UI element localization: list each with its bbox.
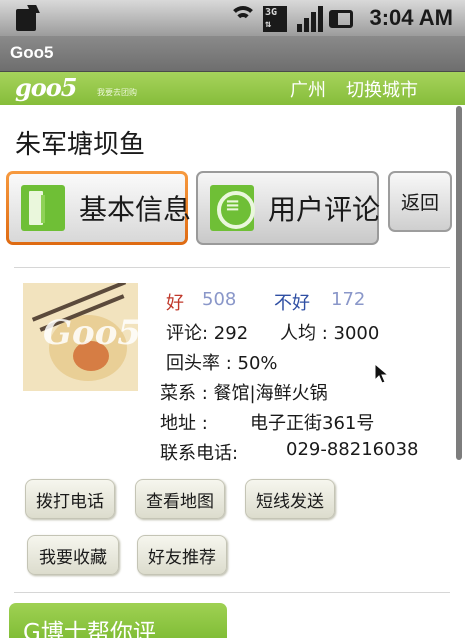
status-time: 3:04 AM bbox=[369, 5, 453, 30]
phone-label: 联系电话: bbox=[160, 443, 239, 464]
recommend-button[interactable]: 好友推荐 bbox=[137, 535, 227, 575]
cuisine: 菜系 : 餐馆|海鲜火锅 bbox=[160, 383, 328, 404]
bad-label: 不好 bbox=[274, 293, 310, 314]
comment-count: 评论: 292 bbox=[166, 323, 249, 344]
book-icon bbox=[21, 185, 65, 231]
battery-icon bbox=[329, 7, 355, 29]
chat-icon bbox=[210, 185, 255, 231]
sim-icon bbox=[16, 5, 40, 31]
mouse-cursor-icon bbox=[374, 363, 390, 384]
divider bbox=[14, 592, 450, 593]
goo5-logo: goo5 我要去团购 bbox=[15, 73, 137, 102]
tab-user-reviews[interactable]: 用户评论 bbox=[196, 171, 381, 245]
wifi-icon bbox=[229, 6, 257, 32]
site-header: goo5 我要去团购 广州 切换城市 bbox=[0, 72, 465, 105]
app-title-bar: Goo5 bbox=[0, 36, 465, 72]
divider bbox=[14, 267, 450, 268]
send-sms-button[interactable]: 短线发送 bbox=[245, 479, 335, 519]
favorite-button[interactable]: 我要收藏 bbox=[27, 535, 119, 575]
switch-city-link[interactable]: 切换城市 bbox=[346, 76, 418, 102]
address: 电子正街361号 bbox=[250, 413, 375, 434]
avg-price: 人均 : 3000 bbox=[280, 323, 380, 344]
shop-name: 朱军塘坝鱼 bbox=[15, 130, 146, 160]
good-count: 508 bbox=[202, 289, 237, 310]
network-3g-icon: 3G ⇅ bbox=[263, 4, 291, 32]
tab-basic-info[interactable]: 基本信息 bbox=[6, 171, 192, 245]
address-label: 地址 : bbox=[160, 413, 208, 434]
shop-photo: Goo5 bbox=[23, 283, 138, 391]
back-button[interactable]: 返回 bbox=[388, 171, 452, 232]
status-bar: 3G ⇅ 3:04 AM bbox=[0, 0, 465, 36]
return-rate: 回头率 : 50% bbox=[166, 353, 278, 374]
current-city: 广州 bbox=[290, 80, 326, 101]
tab-basic-info-label: 基本信息 bbox=[79, 193, 192, 226]
good-label: 好 bbox=[166, 293, 184, 314]
app-title: Goo5 bbox=[10, 43, 54, 62]
scrollbar[interactable] bbox=[456, 106, 462, 460]
promo-label: G博士帮你评 bbox=[23, 620, 156, 638]
signal-icon bbox=[297, 6, 323, 32]
promo-banner[interactable]: G博士帮你评 bbox=[9, 603, 227, 638]
call-button[interactable]: 拨打电话 bbox=[25, 479, 115, 519]
bad-count: 172 bbox=[331, 289, 366, 310]
phone-number[interactable]: 029-88216038 bbox=[286, 439, 418, 460]
tab-user-reviews-label: 用户评论 bbox=[268, 193, 381, 226]
view-map-button[interactable]: 查看地图 bbox=[135, 479, 225, 519]
